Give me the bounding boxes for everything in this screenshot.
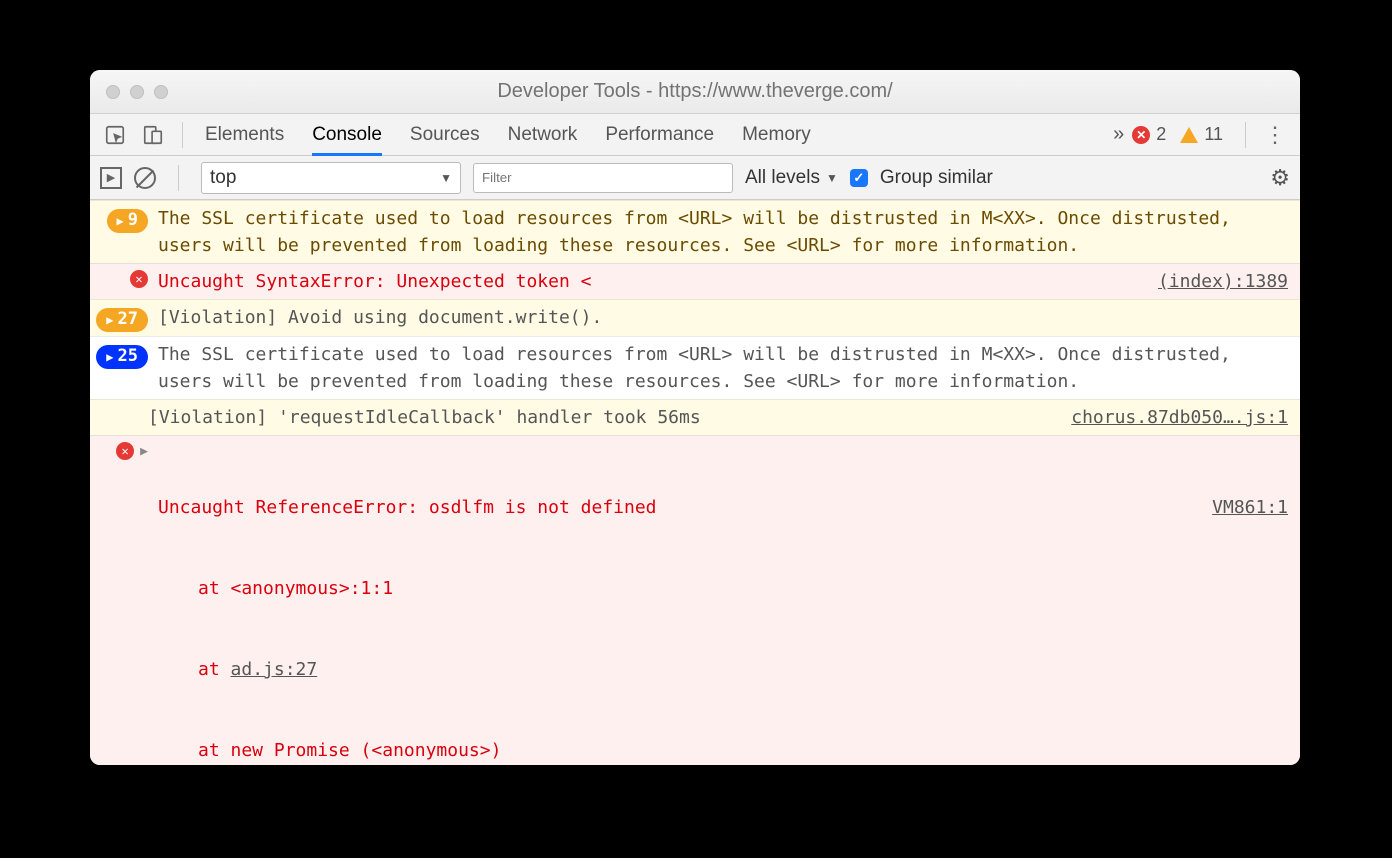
stack-frame: at ad.js:27 [158,656,1288,683]
console-message[interactable]: ▶9 The SSL certificate used to load reso… [90,200,1300,263]
stack-frame: at <anonymous>:1:1 [158,575,1288,602]
tab-network[interactable]: Network [508,114,578,155]
panel-tabbar: Elements Console Sources Network Perform… [90,114,1300,156]
repeat-count-badge: ▶27 [96,308,148,332]
console-message[interactable]: ✕ Uncaught SyntaxError: Unexpected token… [90,263,1300,299]
message-text: Uncaught SyntaxError: Unexpected token < [158,268,1132,295]
stack-frame: at new Promise (<anonymous>) [158,737,1288,764]
console-message[interactable]: [Violation] 'requestIdleCallback' handle… [90,399,1300,435]
execution-context-select[interactable]: top ▼ [201,162,461,194]
panel-tabs: Elements Console Sources Network Perform… [205,114,1105,155]
divider [182,122,183,148]
source-link[interactable]: (index):1389 [1158,268,1288,295]
warning-count: 11 [1204,124,1223,145]
context-value: top [210,167,236,189]
group-similar-label: Group similar [880,167,993,189]
log-levels-select[interactable]: All levels ▼ [745,167,838,189]
tab-elements[interactable]: Elements [205,114,284,155]
clear-console-icon[interactable] [134,167,156,189]
repeat-count-badge: ▶25 [96,345,148,369]
tab-sources[interactable]: Sources [410,114,480,155]
tab-performance[interactable]: Performance [605,114,714,155]
message-text: The SSL certificate used to load resourc… [158,205,1288,259]
error-icon: ✕ [116,442,134,460]
console-message[interactable]: ▶27 [Violation] Avoid using document.wri… [90,299,1300,336]
chevron-down-icon: ▼ [826,171,838,185]
filter-input[interactable] [473,163,733,193]
group-similar-checkbox[interactable]: ✓ [850,169,868,187]
console-settings-icon[interactable]: ⚙ [1270,165,1290,191]
device-toolbar-icon[interactable] [138,120,168,150]
expand-icon[interactable]: ▶ [140,442,148,462]
toggle-sidebar-icon[interactable]: ▶ [100,167,122,189]
error-count: 2 [1156,124,1166,145]
message-text: Uncaught ReferenceError: osdlfm is not d… [158,440,1288,765]
repeat-count-badge: ▶9 [107,209,148,233]
tab-memory[interactable]: Memory [742,114,811,155]
message-text: The SSL certificate used to load resourc… [158,341,1288,395]
inspect-element-icon[interactable] [100,120,130,150]
error-icon: ✕ [130,270,148,288]
divider [1245,122,1246,148]
chevron-down-icon: ▼ [440,171,452,185]
devtools-window: Developer Tools - https://www.theverge.c… [90,70,1300,765]
more-tabs-icon[interactable]: » [1113,123,1124,146]
window-controls [90,85,168,99]
source-link[interactable]: VM861:1 [1212,494,1288,521]
tab-console[interactable]: Console [312,114,382,155]
warning-icon [1180,127,1198,143]
console-toolbar: ▶ top ▼ All levels ▼ ✓ Group similar ⚙ [90,156,1300,200]
console-message[interactable]: ▶25 The SSL certificate used to load res… [90,336,1300,399]
console-message[interactable]: ✕ ▶ Uncaught ReferenceError: osdlfm is no… [90,435,1300,765]
settings-menu-icon[interactable]: ⋮ [1256,122,1294,148]
titlebar: Developer Tools - https://www.theverge.c… [90,70,1300,114]
error-icon: ✕ [1132,126,1150,144]
divider [178,165,179,191]
message-text: [Violation] Avoid using document.write()… [158,304,1288,331]
close-window-button[interactable] [106,85,120,99]
source-link[interactable]: chorus.87db050….js:1 [1071,404,1288,431]
minimize-window-button[interactable] [130,85,144,99]
status-summary[interactable]: ✕ 2 11 [1132,124,1223,145]
console-output[interactable]: ▶9 The SSL certificate used to load reso… [90,200,1300,765]
levels-label: All levels [745,167,820,189]
window-title: Developer Tools - https://www.theverge.c… [90,80,1300,103]
zoom-window-button[interactable] [154,85,168,99]
message-text: [Violation] 'requestIdleCallback' handle… [148,404,1045,431]
stack-link[interactable]: ad.js:27 [231,659,318,680]
